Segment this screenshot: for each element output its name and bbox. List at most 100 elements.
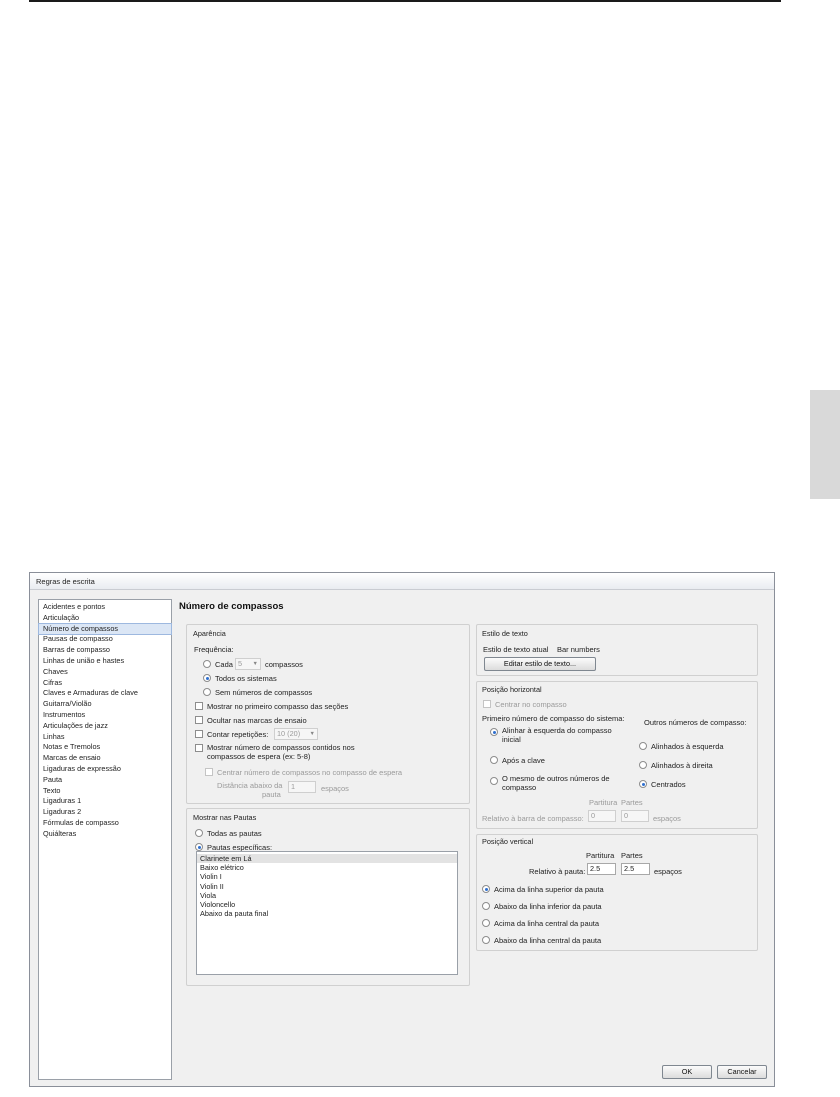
staff-item[interactable]: Viola — [197, 891, 457, 900]
category-item[interactable]: Barras de compasso — [39, 645, 171, 656]
category-item[interactable]: Texto — [39, 786, 171, 797]
every-system-label: Todos os sistemas — [215, 674, 277, 683]
category-item[interactable]: Pausas de compasso — [39, 634, 171, 645]
engraving-rules-dialog: Regras de escrita Acidentes e pontos Arti… — [29, 572, 775, 1087]
show-on-staves-title: Mostrar nas Pautas — [193, 813, 257, 822]
right-aligned-label: Alinhados à direita — [651, 761, 713, 770]
every-label: Cada — [215, 660, 233, 669]
v-spaces-label: espaços — [654, 867, 682, 876]
staff-item[interactable]: Violin II — [197, 882, 457, 891]
radio-all-staves[interactable] — [195, 829, 203, 837]
v-score-input[interactable]: 2.5 — [587, 863, 616, 875]
h-relative-label: Relativo à barra de compasso: — [482, 814, 584, 823]
every-measures-select[interactable]: 5 ▼ — [235, 658, 261, 670]
staff-item[interactable]: Clarinete em Lá — [197, 854, 457, 864]
v-parts-input[interactable]: 2.5 — [621, 863, 650, 875]
multirest-checkbox[interactable] — [195, 744, 203, 752]
staff-item[interactable]: Baixo elétrico — [197, 863, 457, 872]
h-parts-label: Partes — [621, 798, 643, 807]
category-item[interactable]: Número de compassos — [38, 622, 172, 636]
multirest-label-2: compassos de espera (ex: 5-8) — [207, 752, 311, 761]
distance-label-1: Distância abaixo da — [217, 781, 283, 790]
frequency-label: Frequência: — [194, 645, 234, 654]
dialog-titlebar: Regras de escrita — [30, 573, 774, 590]
current-style-value: Bar numbers — [557, 645, 600, 654]
show-first-checkbox[interactable] — [195, 702, 203, 710]
radio-centered[interactable] — [639, 780, 647, 788]
radio-left-aligned[interactable] — [639, 742, 647, 750]
category-item[interactable]: Guitarra/Violão — [39, 699, 171, 710]
staff-item[interactable]: Violoncello — [197, 900, 457, 909]
h-score-label: Partitura — [589, 798, 618, 807]
center-in-bar-checkbox[interactable] — [483, 700, 491, 708]
horizontal-position-title: Posição horizontal — [482, 685, 542, 694]
page-side-tab — [810, 390, 840, 499]
radio-right-aligned[interactable] — [639, 761, 647, 769]
radio-below-bottom-line[interactable] — [482, 902, 490, 910]
radio-specific-staves[interactable] — [195, 843, 203, 851]
category-item[interactable]: Pauta — [39, 775, 171, 786]
category-item[interactable]: Instrumentos — [39, 710, 171, 721]
text-style-title: Estilo de texto — [482, 629, 528, 638]
h-score-input[interactable]: 0 — [588, 810, 616, 822]
edit-text-style-button[interactable]: Editar estilo de texto... — [484, 657, 596, 671]
category-item[interactable]: Quiálteras — [39, 829, 171, 840]
hide-rehearsal-checkbox[interactable] — [195, 716, 203, 724]
after-clef-label: Após a clave — [502, 756, 545, 765]
staff-item[interactable]: Abaixo da pauta final — [197, 909, 457, 918]
category-item[interactable]: Linhas de união e hastes — [39, 656, 171, 667]
every-value: 5 — [238, 659, 243, 668]
category-item[interactable]: Acidentes e pontos — [39, 602, 171, 613]
distance-spaces-label: espaços — [321, 784, 349, 793]
radio-no-numbers[interactable] — [203, 688, 211, 696]
same-as-others-label-2: compasso — [502, 783, 537, 792]
category-item[interactable]: Cifras — [39, 678, 171, 689]
current-style-label: Estilo de texto atual — [483, 645, 549, 654]
same-as-others-label-1: O mesmo de outros números de — [502, 774, 610, 783]
radio-every[interactable] — [203, 660, 211, 668]
count-repeats-value: 10 (20) — [277, 729, 301, 738]
distance-input[interactable]: 1 — [288, 781, 316, 793]
category-item[interactable]: Notas e Tremolos — [39, 742, 171, 753]
radio-align-left-initial[interactable] — [490, 728, 498, 736]
radio-above-center-line[interactable] — [482, 919, 490, 927]
category-item[interactable]: Linhas — [39, 732, 171, 743]
page-title: Número de compassos — [179, 601, 284, 612]
category-list[interactable]: Acidentes e pontos Articulação Número de c… — [38, 599, 172, 1080]
radio-same-as-others[interactable] — [490, 777, 498, 785]
radio-every-system[interactable] — [203, 674, 211, 682]
category-item[interactable]: Claves e Armaduras de clave — [39, 688, 171, 699]
radio-below-center-line[interactable] — [482, 936, 490, 944]
staves-list[interactable]: Clarinete em Lá Baixo elétrico Violin I Vio… — [196, 851, 458, 975]
category-item[interactable]: Marcas de ensaio — [39, 753, 171, 764]
left-aligned-label: Alinhados à esquerda — [651, 742, 724, 751]
category-item[interactable]: Articulações de jazz — [39, 721, 171, 732]
horizontal-position-group: Posição horizontal Centrar no compasso P… — [476, 681, 758, 829]
v-parts-label: Partes — [621, 851, 643, 860]
count-repeats-checkbox[interactable] — [195, 730, 203, 738]
no-numbers-label: Sem números de compassos — [215, 688, 313, 697]
dialog-title: Regras de escrita — [36, 577, 95, 586]
cancel-button[interactable]: Cancelar — [717, 1065, 767, 1079]
radio-after-clef[interactable] — [490, 756, 498, 764]
category-item[interactable]: Articulação — [39, 613, 171, 624]
page-top-rule — [29, 0, 781, 2]
ok-button[interactable]: OK — [662, 1065, 712, 1079]
category-item[interactable]: Ligaduras 1 — [39, 796, 171, 807]
category-item[interactable]: Ligaduras 2 — [39, 807, 171, 818]
other-numbers-label: Outros números de compasso: — [644, 718, 747, 727]
h-parts-input[interactable]: 0 — [621, 810, 649, 822]
center-multirest-label: Centrar número de compassos no compasso … — [217, 768, 403, 777]
v-option-4-label: Abaixo da linha central da pauta — [494, 936, 602, 945]
category-item[interactable]: Ligaduras de expressão — [39, 764, 171, 775]
text-style-group: Estilo de texto Estilo de texto atual Ba… — [476, 624, 758, 676]
show-on-staves-group: Mostrar nas Pautas Todas as pautas Pauta… — [186, 808, 470, 986]
category-item[interactable]: Fórmulas de compasso — [39, 818, 171, 829]
center-multirest-checkbox[interactable] — [205, 768, 213, 776]
category-item[interactable]: Chaves — [39, 667, 171, 678]
count-repeats-select[interactable]: 10 (20) ▼ — [274, 728, 318, 740]
count-repeats-label: Contar repetições: — [207, 730, 269, 739]
vertical-position-title: Posição vertical — [482, 837, 534, 846]
radio-above-top-line[interactable] — [482, 885, 490, 893]
staff-item[interactable]: Violin I — [197, 872, 457, 881]
